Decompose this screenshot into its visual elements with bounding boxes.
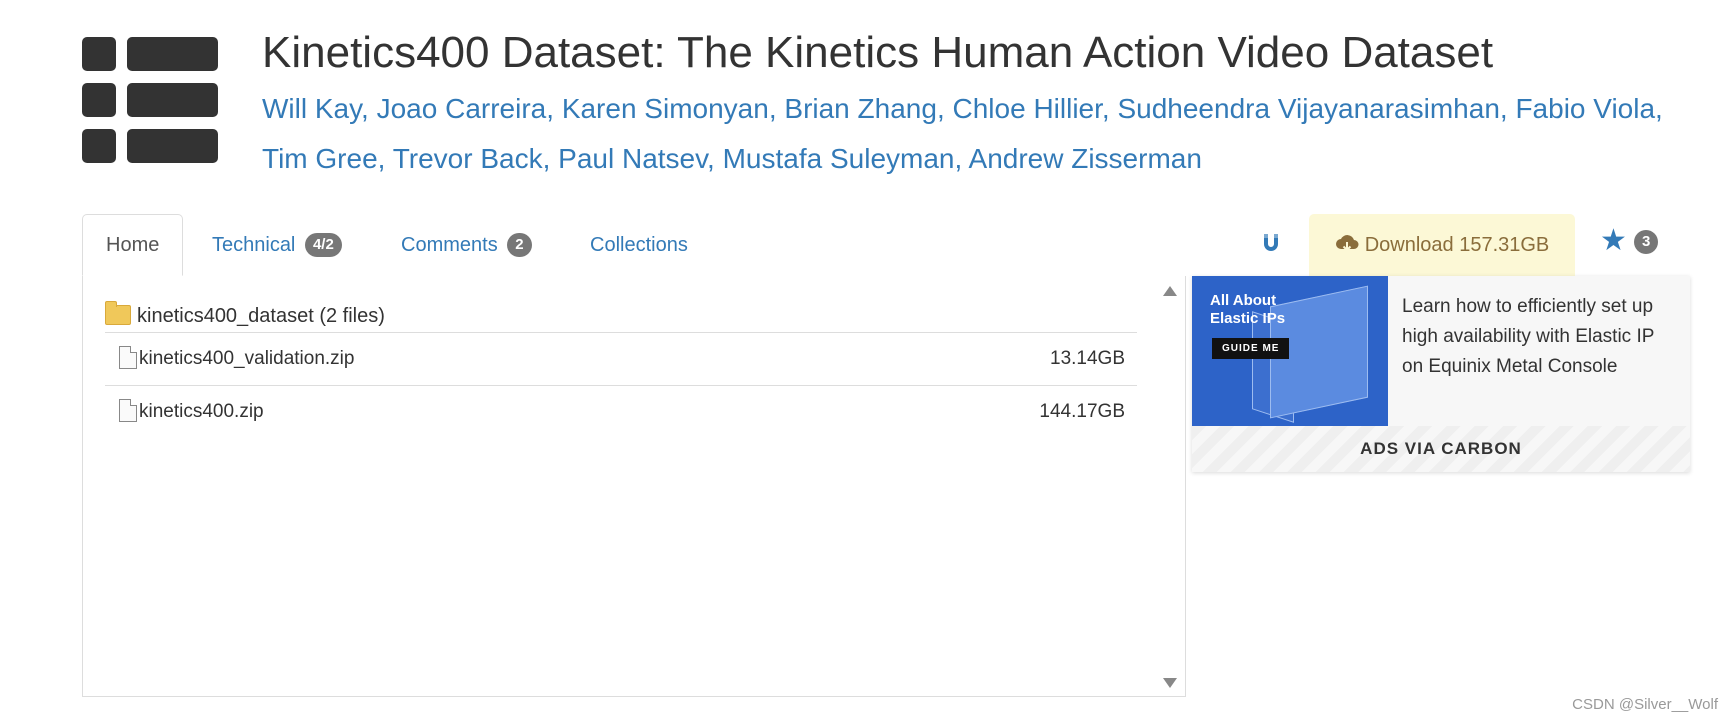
tab-technical[interactable]: Technical 4/2 [212,214,342,276]
carbon-ad: All About Elastic IPs GUIDE ME Learn how… [1192,276,1690,472]
author-link[interactable]: Karen Simonyan [562,93,769,124]
file-row[interactable]: kinetics400.zip 144.17GB [105,386,1137,438]
ad-image[interactable]: All About Elastic IPs GUIDE ME [1192,276,1388,426]
file-icon [119,399,137,422]
download-label: Download 157.31GB [1364,234,1550,256]
author-link[interactable]: Brian Zhang [784,93,937,124]
author-link[interactable]: Fabio Viola [1515,93,1655,124]
cloud-download-icon [1335,235,1359,252]
author-list: Will Kay, Joao Carreira, Karen Simonyan,… [262,93,1663,174]
tab-label: Home [106,234,160,256]
author-link[interactable]: Tim Gree [262,143,378,174]
tab-home[interactable]: Home [82,214,184,276]
author-link[interactable]: Andrew Zisserman [969,143,1202,174]
file-size: 13.14GB [1050,348,1125,369]
tab-label: Technical [212,234,296,256]
watermark: CSDN @Silver__Wolf [1572,696,1718,713]
count-badge: 4/2 [304,233,342,257]
count-badge: 2 [507,233,532,257]
file-name: kinetics400.zip [139,401,264,422]
star-icon[interactable]: ★ [1600,226,1627,256]
ad-image-button: GUIDE ME [1212,338,1290,359]
page-title: Kinetics400 Dataset: The Kinetics Human … [262,28,1494,77]
file-list-panel: kinetics400_dataset (2 files) kinetics40… [82,276,1186,697]
folder-row[interactable]: kinetics400_dataset (2 files) [105,300,1137,333]
author-link[interactable]: Mustafa Suleyman [723,143,955,174]
folder-icon [105,301,131,325]
author-link[interactable]: Chloe Hillier [953,93,1102,124]
author-link[interactable]: Will Kay [262,93,361,124]
author-link[interactable]: Trevor Back [393,143,543,174]
tab-comments[interactable]: Comments 2 [401,214,532,276]
star-count-badge: 3 [1634,230,1659,254]
file-row[interactable]: kinetics400_validation.zip 13.14GB [105,333,1137,386]
tab-collections[interactable]: Collections [590,214,688,276]
magnet-icon[interactable] [1262,232,1280,254]
author-link[interactable]: Sudheendra Vijayanarasimhan [1117,93,1499,124]
scroll-up-arrow[interactable] [1163,286,1177,296]
ad-text-link[interactable]: Learn how to efficiently set up high ava… [1402,292,1672,382]
file-name: kinetics400_validation.zip [139,348,355,369]
folder-label: kinetics400_dataset (2 files) [137,305,385,327]
tab-label: Collections [590,234,688,256]
download-button[interactable]: Download 157.31GB [1309,214,1575,276]
scroll-down-arrow[interactable] [1163,678,1177,688]
file-icon [119,346,137,369]
author-link[interactable]: Paul Natsev [558,143,707,174]
tab-bar: Home Technical 4/2 Comments 2 Collection… [82,214,1186,277]
file-size: 144.17GB [1039,401,1125,422]
tab-label: Comments [401,234,498,256]
dataset-list-icon [82,37,218,163]
author-link[interactable]: Joao Carreira [377,93,547,124]
ads-via-carbon-link[interactable]: ADS VIA CARBON [1192,426,1690,472]
ad-image-headline: All About Elastic IPs [1210,292,1286,327]
